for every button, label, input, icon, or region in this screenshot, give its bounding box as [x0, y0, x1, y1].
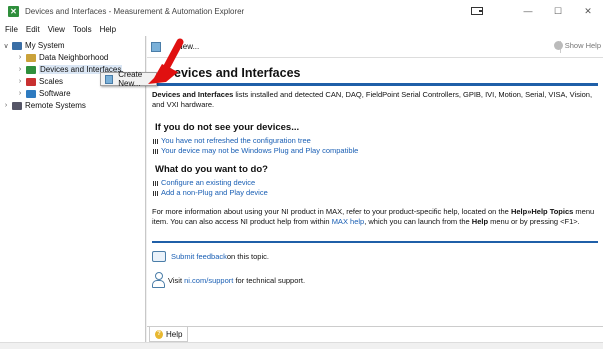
computer-icon [12, 41, 22, 50]
help-tab[interactable]: ? Help [149, 327, 189, 342]
help-icon [553, 41, 563, 50]
bullet-icon [153, 190, 158, 196]
link-refresh-tree[interactable]: You have not refreshed the configuration… [153, 136, 598, 146]
help-article: Devices and Interfaces Devices and Inter… [152, 66, 598, 288]
bullet-icon [153, 148, 158, 154]
tree-item-scales[interactable]: › Scales [16, 76, 63, 87]
red-arrow-annotation [148, 38, 184, 84]
chevron-right-icon[interactable]: › [16, 78, 24, 85]
tree-item-label: Software [39, 89, 71, 98]
remote-systems-icon [12, 101, 22, 110]
software-icon [26, 89, 36, 98]
tree-item-data-neighborhood[interactable]: › Data Neighborhood [16, 52, 109, 63]
info-text: , which you can launch from the [364, 217, 472, 226]
chevron-right-icon[interactable]: › [16, 66, 24, 73]
maximize-icon[interactable]: ☐ [543, 6, 573, 17]
window-title: Devices and Interfaces - Measurement & A… [25, 6, 245, 16]
link-label[interactable]: Configure an existing device [161, 178, 255, 188]
tree-item-remote-systems[interactable]: › Remote Systems [2, 100, 86, 111]
restore-icon[interactable] [471, 7, 483, 15]
tree-item-software[interactable]: › Software [16, 88, 71, 99]
support-person-icon [152, 272, 165, 288]
feedback-rest: on this topic. [226, 252, 269, 261]
link-label[interactable]: Your device may not be Windows Plug and … [161, 146, 358, 156]
help-icon: ? [155, 329, 163, 339]
show-help-label: Show Help [564, 41, 601, 50]
chevron-right-icon[interactable]: › [2, 102, 10, 109]
bullet-icon [153, 138, 158, 144]
menu-file[interactable]: File [5, 25, 18, 34]
section-what-to-do-title: What do you want to do? [155, 164, 268, 175]
close-icon[interactable]: ✕ [573, 6, 603, 17]
feedback-row: Submit feedback on this topic. [152, 251, 598, 262]
chevron-right-icon[interactable]: › [16, 90, 24, 97]
data-neighborhood-icon [26, 53, 36, 62]
support-prefix: Visit [168, 275, 183, 285]
max-help-link[interactable]: MAX help [332, 217, 365, 226]
link-not-pnp[interactable]: Your device may not be Windows Plug and … [153, 146, 598, 156]
devices-icon [26, 65, 36, 74]
section-not-see-devices-title: If you do not see your devices... [155, 122, 300, 133]
link-label[interactable]: Add a non-Plug and Play device [161, 188, 268, 198]
help-tab-label: Help [166, 329, 183, 339]
max-app-icon[interactable]: ✕ [8, 5, 19, 17]
feedback-icon [152, 251, 166, 262]
tree-item-label: My System [25, 41, 65, 50]
intro-text: Devices and Interfaces lists installed a… [152, 90, 598, 110]
info-text: For more information about using your NI… [152, 207, 511, 216]
bullet-icon [153, 180, 158, 186]
scales-icon [26, 77, 36, 86]
tree-item-label: Scales [39, 77, 64, 86]
link-configure-device[interactable]: Configure an existing device [153, 178, 598, 188]
title-bar: ✕ Devices and Interfaces - Measurement &… [0, 0, 603, 22]
info-bold-help-topics: Help»Help Topics [510, 207, 574, 216]
menu-help[interactable]: Help [100, 25, 116, 34]
help-tab-bar: ? Help [147, 326, 603, 342]
intro-bold: Devices and Interfaces [152, 90, 234, 99]
ni-support-link[interactable]: ni.com/support [184, 276, 233, 285]
link-add-non-pnp[interactable]: Add a non-Plug and Play device [153, 188, 598, 198]
chevron-down-icon[interactable]: ∨ [2, 42, 10, 50]
feedback-divider [152, 241, 598, 243]
info-paragraph: For more information about using your NI… [152, 207, 598, 227]
minimize-icon[interactable]: — [513, 6, 543, 16]
submit-feedback-link[interactable]: Submit feedback [171, 252, 227, 261]
info-text: menu or by pressing <F1>. [488, 217, 580, 226]
info-bold-help: Help [471, 217, 489, 226]
menu-bar: File Edit View Tools Help [0, 22, 603, 36]
show-help-button[interactable]: Show Help [553, 41, 601, 50]
tree-item-label: Remote Systems [25, 101, 86, 110]
support-row: Visit ni.com/support for technical suppo… [152, 272, 598, 288]
status-bar [0, 342, 603, 349]
link-label[interactable]: You have not refreshed the configuration… [161, 136, 311, 146]
menu-edit[interactable]: Edit [26, 25, 40, 34]
tree-item-label: Data Neighborhood [39, 53, 109, 62]
menu-view[interactable]: View [48, 25, 65, 34]
window-controls: — ☐ ✕ [471, 0, 603, 22]
chevron-right-icon[interactable]: › [16, 54, 24, 61]
support-rest: for technical support. [235, 275, 306, 285]
page-title: Devices and Interfaces [165, 66, 301, 80]
menu-tools[interactable]: Tools [73, 25, 92, 34]
tree-item-my-system[interactable]: ∨ My System [2, 40, 65, 51]
create-new-icon [105, 74, 114, 84]
